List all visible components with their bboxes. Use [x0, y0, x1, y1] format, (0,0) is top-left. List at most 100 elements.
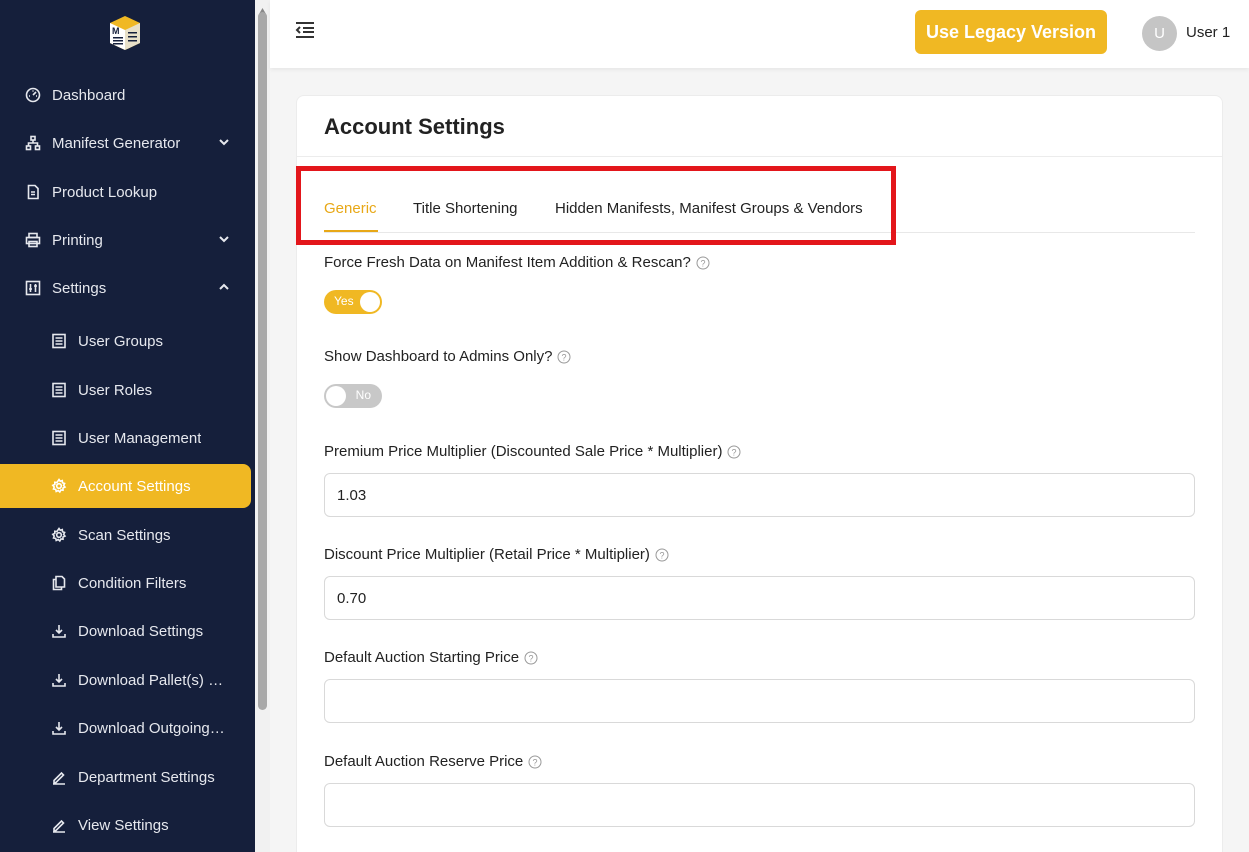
edit-icon: [50, 768, 68, 786]
dashboard-icon: [24, 86, 42, 104]
scrollbar-thumb[interactable]: [258, 12, 267, 710]
discount-multiplier-label: Discount Price Multiplier (Retail Price …: [324, 546, 669, 563]
sidebar-item-scan-settings[interactable]: Scan Settings: [0, 513, 251, 557]
sidebar-item-download-outgoing[interactable]: Download Outgoing Settings: [0, 706, 251, 750]
edit-icon: [50, 816, 68, 834]
dashboard-admins-label: Show Dashboard to Admins Only? ?: [324, 348, 571, 365]
sidebar-item-label: View Settings: [78, 816, 169, 834]
sidebar-item-user-groups[interactable]: User Groups: [0, 319, 251, 363]
svg-text:?: ?: [562, 352, 567, 362]
settings-tabs: Generic Title Shortening Hidden Manifest…: [324, 186, 1195, 233]
svg-text:?: ?: [732, 447, 737, 457]
svg-text:?: ?: [700, 258, 705, 268]
download-icon: [50, 671, 68, 689]
tab-generic[interactable]: Generic: [324, 200, 377, 217]
svg-text:M: M: [112, 26, 120, 36]
sidebar-item-label: Department Settings: [78, 768, 215, 786]
premium-multiplier-label: Premium Price Multiplier (Discounted Sal…: [324, 443, 741, 460]
sitemap-icon: [24, 134, 42, 152]
tab-hidden-manifests[interactable]: Hidden Manifests, Manifest Groups & Vend…: [555, 200, 863, 217]
copy-icon: [50, 574, 68, 592]
help-icon[interactable]: ?: [557, 350, 571, 364]
dashboard-admins-label-text: Show Dashboard to Admins Only?: [324, 348, 553, 365]
help-icon[interactable]: ?: [524, 651, 538, 665]
sidebar-item-label: User Management: [78, 429, 202, 447]
sidebar-item-condition-filters[interactable]: Condition Filters: [0, 561, 251, 605]
tab-title-shortening[interactable]: Title Shortening: [413, 200, 518, 217]
chevron-up-icon[interactable]: [217, 280, 231, 294]
avatar-initial: U: [1154, 25, 1165, 42]
sidebar-item-label: Scan Settings: [78, 526, 171, 544]
auction-reserve-input[interactable]: [324, 783, 1195, 827]
sidebar-item-account-settings[interactable]: Account Settings: [0, 464, 251, 508]
list-icon: [50, 429, 68, 447]
discount-multiplier-label-text: Discount Price Multiplier (Retail Price …: [324, 546, 650, 563]
auction-start-label-text: Default Auction Starting Price: [324, 649, 520, 666]
sidebar-item-product-lookup[interactable]: Product Lookup: [0, 170, 251, 214]
toggle-state-label: No: [355, 388, 371, 402]
chevron-down-icon[interactable]: [217, 135, 231, 149]
svg-text:?: ?: [529, 653, 534, 663]
sidebar-item-label: Manifest Generator: [52, 134, 181, 152]
printer-icon: [24, 231, 42, 249]
gear-icon: [50, 526, 68, 544]
sidebar-item-user-roles[interactable]: User Roles: [0, 368, 251, 412]
sidebar: M Dashboard Manifest Generator Product L…: [0, 0, 255, 852]
user-name[interactable]: User 1: [1186, 24, 1230, 41]
sidebar-item-download-settings[interactable]: Download Settings: [0, 609, 251, 653]
sidebar-item-label: Condition Filters: [78, 574, 187, 592]
help-icon[interactable]: ?: [528, 755, 542, 769]
sidebar-item-label: Download Settings: [78, 622, 204, 640]
use-legacy-version-button[interactable]: Use Legacy Version: [915, 10, 1107, 54]
help-icon[interactable]: ?: [655, 548, 669, 562]
auction-start-label: Default Auction Starting Price ?: [324, 649, 538, 666]
list-icon: [50, 381, 68, 399]
help-icon[interactable]: ?: [727, 445, 741, 459]
help-icon[interactable]: ?: [696, 256, 710, 270]
toggle-state-label: Yes: [334, 294, 354, 308]
sliders-icon: [24, 279, 42, 297]
chevron-down-icon[interactable]: [217, 232, 231, 246]
premium-multiplier-label-text: Premium Price Multiplier (Discounted Sal…: [324, 443, 723, 460]
download-icon: [50, 719, 68, 737]
svg-text:?: ?: [533, 757, 538, 767]
sidebar-item-view-settings[interactable]: View Settings: [0, 803, 251, 847]
avatar[interactable]: U: [1142, 16, 1177, 51]
sidebar-item-dashboard[interactable]: Dashboard: [0, 73, 251, 117]
sidebar-item-label: Dashboard: [52, 86, 126, 104]
download-icon: [50, 622, 68, 640]
active-tab-indicator: [324, 230, 378, 232]
menu-collapse-icon[interactable]: [294, 20, 316, 40]
auction-start-input[interactable]: [324, 679, 1195, 723]
account-settings-card: Account Settings Generic Title Shortenin…: [296, 95, 1223, 852]
scroll-up-arrow-icon[interactable]: [258, 2, 267, 14]
premium-multiplier-input[interactable]: [324, 473, 1195, 517]
sidebar-item-label: Settings: [52, 279, 107, 297]
sidebar-item-label: Product Lookup: [52, 183, 158, 201]
sidebar-item-manifest-generator[interactable]: Manifest Generator: [0, 121, 251, 165]
toggle-knob: [326, 386, 346, 406]
list-icon: [50, 332, 68, 350]
sidebar-item-label: User Roles: [78, 381, 153, 399]
force-fresh-toggle[interactable]: Yes: [324, 290, 382, 314]
sidebar-item-download-pallets[interactable]: Download Pallet(s) Settings: [0, 658, 251, 702]
card-divider: [297, 156, 1222, 157]
force-fresh-label-text: Force Fresh Data on Manifest Item Additi…: [324, 254, 691, 271]
discount-multiplier-input[interactable]: [324, 576, 1195, 620]
sidebar-item-department-settings[interactable]: Department Settings: [0, 755, 251, 799]
top-header: Use Legacy Version U User 1: [270, 0, 1249, 68]
sidebar-item-label: Download Outgoing Settings: [78, 719, 228, 737]
force-fresh-label: Force Fresh Data on Manifest Item Additi…: [324, 254, 710, 271]
auction-reserve-label-text: Default Auction Reserve Price: [324, 753, 524, 770]
toggle-knob: [360, 292, 380, 312]
sidebar-item-printing[interactable]: Printing: [0, 218, 251, 262]
file-icon: [24, 183, 42, 201]
sidebar-item-user-management[interactable]: User Management: [0, 416, 251, 460]
dashboard-admins-toggle[interactable]: No: [324, 384, 382, 408]
logo[interactable]: M: [108, 14, 142, 52]
svg-text:?: ?: [659, 550, 664, 560]
sidebar-item-label: Printing: [52, 231, 103, 249]
gear-icon: [50, 477, 68, 495]
sidebar-item-settings[interactable]: Settings: [0, 266, 251, 310]
sidebar-item-label: User Groups: [78, 332, 164, 350]
